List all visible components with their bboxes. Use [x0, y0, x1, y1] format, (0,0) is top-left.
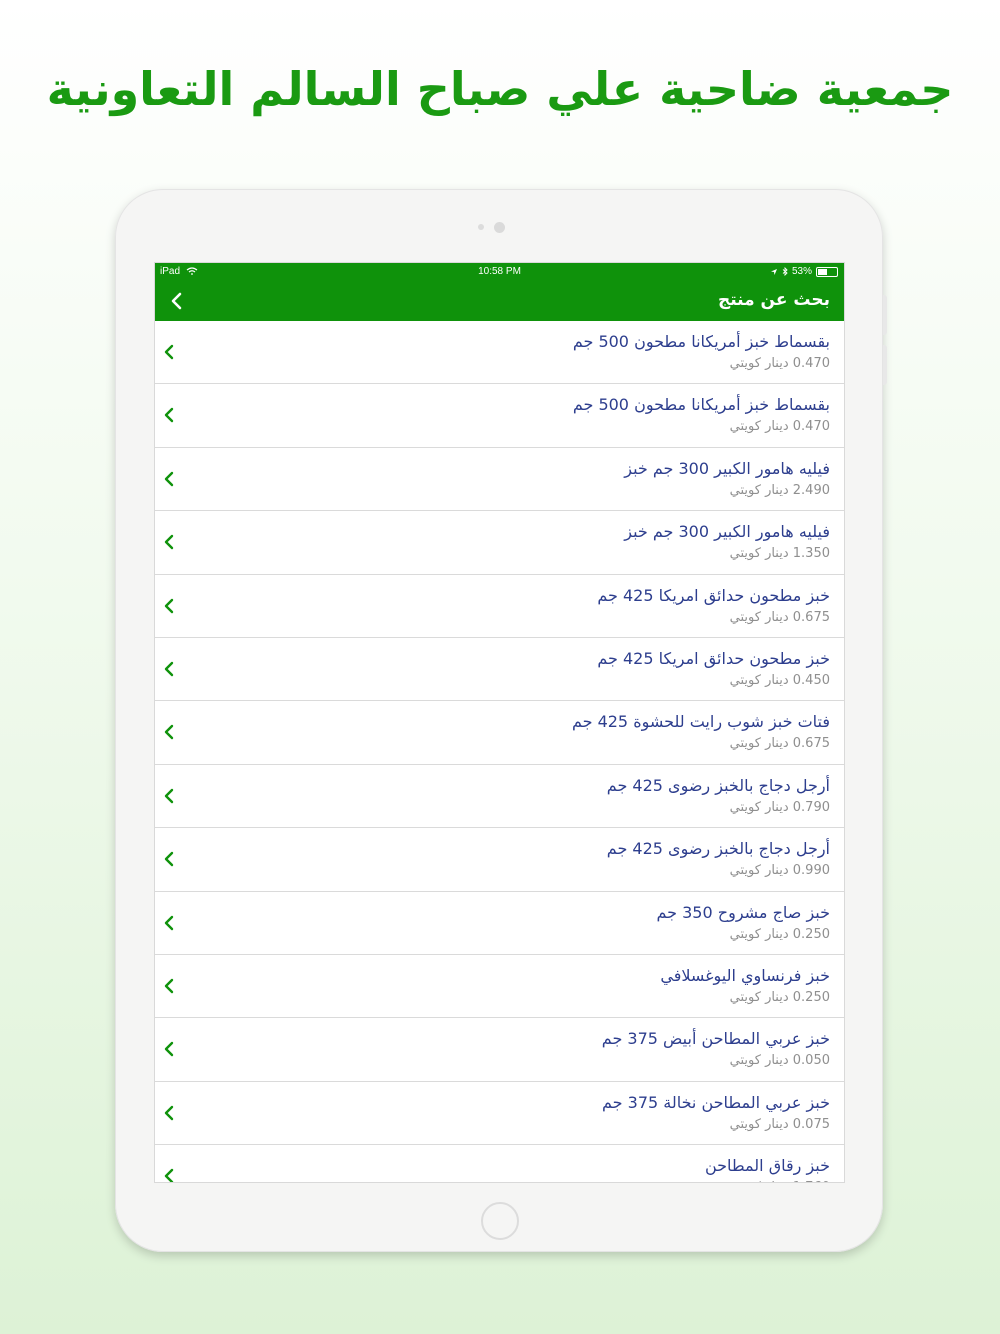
- list-item[interactable]: خبز مطحون حدائق امريكا 425 جم 0.675 دينار…: [155, 574, 844, 638]
- app-screen: iPad 10:58 PM 53% بحث عن منتج بقسماط خبز…: [154, 262, 845, 1183]
- product-name: بقسماط خبز أمريكانا مطحون 500 جم: [572, 332, 830, 351]
- chevron-left-icon: [164, 978, 174, 994]
- promo-title: جمعية ضاحية علي صباح السالم التعاونية: [46, 62, 954, 116]
- product-name: فيليه هامور الكبير 300 جم خبز: [624, 522, 830, 542]
- product-name: خبز فرنساوي اليوغسلافي: [660, 965, 830, 985]
- product-price: 0.470 دينار كويتي: [729, 419, 830, 435]
- chevron-left-icon: [164, 534, 174, 550]
- chevron-left-icon: [164, 788, 174, 803]
- volume-down-button: [883, 345, 887, 385]
- product-price: 2.490 دينار كويتي: [729, 482, 830, 498]
- product-name: خبز عربي المطاحن أبيض 375 جم: [601, 1029, 830, 1049]
- battery-fill: [818, 268, 827, 275]
- product-price: 1.350 دينار كويتي: [729, 546, 830, 562]
- product-price: 0.250 دينار كويتي: [729, 926, 830, 942]
- tablet-camera: [494, 222, 505, 233]
- list-item[interactable]: فيليه هامور الكبير 300 جم خبز 1.350 دينار…: [155, 511, 844, 575]
- product-price: 0.990 دينار كويتي: [729, 863, 830, 879]
- chevron-left-icon: [164, 851, 174, 867]
- location-icon: [770, 268, 777, 275]
- chevron-left-icon: [164, 1168, 174, 1182]
- list-item[interactable]: خبز عربي المطاحن أبيض 375 جم 0.050 دينار …: [155, 1018, 844, 1082]
- volume-up-button: [883, 295, 887, 335]
- tablet-sensor: [478, 224, 484, 230]
- chevron-left-icon: [164, 408, 174, 423]
- product-name: أرجل دجاج بالخبز رضوى 425 جم: [606, 775, 830, 795]
- status-time: 10:58 PM: [478, 266, 521, 277]
- product-name: فتات خبز شوب رايت للحشوة 425 جم: [571, 712, 830, 732]
- chevron-left-icon: [164, 1105, 174, 1120]
- list-item[interactable]: خبز فرنساوي اليوغسلافي 0.250 دينار كويتي: [155, 954, 844, 1019]
- product-name: خبز مطحون حدائق امريكا 425 جم: [597, 648, 830, 668]
- status-bar: iPad 10:58 PM 53%: [155, 263, 844, 281]
- product-price: 0.450 دينار كويتي: [729, 672, 830, 688]
- product-name: خبز رقاق المطاحن: [704, 1156, 830, 1176]
- product-price: 1.760 دينار كويتي: [730, 1180, 830, 1182]
- list-item[interactable]: بقسماط خبز أمريكانا مطحون 500 جم 0.470 دي…: [155, 321, 844, 385]
- chevron-left-icon: [164, 915, 174, 930]
- chevron-left-icon: [164, 661, 174, 677]
- product-name: خبز صاج مشروح 350 جم: [656, 902, 831, 922]
- product-name: فيليه هامور الكبير 300 جم خبز: [624, 458, 830, 478]
- product-name: بقسماط خبز أمريكانا مطحون 500 جم: [572, 395, 830, 415]
- chevron-left-icon[interactable]: [167, 291, 187, 311]
- list-item[interactable]: فتات خبز شوب رايت للحشوة 425 جم 0.675 دين…: [155, 701, 844, 765]
- chevron-left-icon: [164, 598, 174, 613]
- product-price: 0.250 دينار كويتي: [729, 989, 830, 1005]
- chevron-left-icon: [164, 471, 174, 486]
- home-button[interactable]: [481, 1202, 519, 1240]
- list-item[interactable]: خبز عربي المطاحن نخالة 375 جم 0.075 دينار…: [155, 1081, 844, 1146]
- product-price: 0.050 دينار كويتي: [729, 1053, 830, 1069]
- chevron-left-icon: [164, 725, 174, 740]
- product-list: بقسماط خبز أمريكانا مطحون 500 جم 0.470 دي…: [155, 321, 844, 1182]
- chevron-left-icon: [164, 344, 174, 360]
- product-name: خبز مطحون حدائق امريكا 425 جم: [597, 585, 830, 605]
- list-item[interactable]: أرجل دجاج بالخبز رضوى 425 جم 0.990 دينار …: [155, 828, 844, 892]
- bluetooth-icon: [782, 267, 788, 276]
- list-item[interactable]: بقسماط خبز أمريكانا مطحون 500 جم 0.470 دي…: [155, 384, 844, 448]
- list-item[interactable]: أرجل دجاج بالخبز رضوى 425 جم 0.790 دينار …: [155, 764, 844, 829]
- product-price: 0.470 دينار كويتي: [729, 356, 830, 371]
- status-right: 53%: [770, 266, 838, 277]
- list-item[interactable]: خبز مطحون حدائق امريكا 425 جم 0.450 دينار…: [155, 637, 844, 702]
- chevron-left-icon: [164, 1042, 174, 1057]
- product-name: أرجل دجاج بالخبز رضوى 425 جم: [606, 839, 830, 859]
- nav-title: بحث عن منتج: [717, 290, 830, 310]
- list-item[interactable]: فيليه هامور الكبير 300 جم خبز 2.490 دينار…: [155, 447, 844, 512]
- product-price: 0.790 دينار كويتي: [729, 799, 830, 815]
- list-item[interactable]: خبز صاج مشروح 350 جم 0.250 دينار كويتي: [155, 891, 844, 955]
- battery-icon: [816, 266, 838, 277]
- list-item[interactable]: خبز رقاق المطاحن 1.760 دينار كويتي: [155, 1145, 844, 1182]
- battery-percent: 53%: [791, 266, 812, 277]
- product-price: 0.675 دينار كويتي: [729, 609, 830, 625]
- nav-bar: بحث عن منتج: [155, 281, 844, 321]
- product-price: 0.675 دينار كويتي: [729, 736, 830, 752]
- product-name: خبز عربي المطاحن نخالة 375 جم: [602, 1092, 830, 1112]
- product-price: 0.075 دينار كويتي: [729, 1116, 830, 1132]
